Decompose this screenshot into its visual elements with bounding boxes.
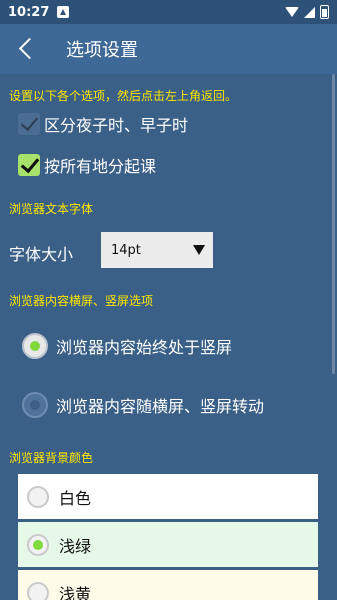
signal-icon <box>304 6 315 18</box>
section-title-orientation: 浏览器内容横屏、竖屏选项 <box>9 294 154 308</box>
dropdown-arrow-icon <box>193 245 205 255</box>
checkbox-label: 区分夜子时、早子时 <box>44 116 189 135</box>
app-bar: 选项设置 <box>0 24 337 74</box>
battery-icon <box>320 5 329 19</box>
bg-option-light-yellow[interactable]: 浅黄 <box>18 570 318 600</box>
status-bar: 10:27 <box>0 0 337 24</box>
notification-icon <box>57 6 70 18</box>
section-title-background: 浏览器背景颜色 <box>9 451 94 465</box>
bg-option-light-green[interactable]: 浅绿 <box>18 522 318 567</box>
settings-content: 设置以下各个选项，然后点击左上角返回。 区分夜子时、早子时 按所有地分起课 浏览… <box>0 74 337 600</box>
radio-selected-icon[interactable] <box>22 333 48 359</box>
font-size-dropdown[interactable]: 14pt <box>101 232 213 268</box>
font-size-label: 字体大小 <box>9 245 74 264</box>
page-title: 选项设置 <box>66 40 138 61</box>
bg-option-white[interactable]: 白色 <box>18 474 318 519</box>
checkbox-unchecked-icon[interactable] <box>18 113 40 135</box>
radio-unselected-icon[interactable] <box>27 485 49 508</box>
section-title-font: 浏览器文本字体 <box>9 202 94 216</box>
wifi-icon <box>285 7 299 17</box>
checkbox-by-location[interactable]: 按所有地分起课 <box>18 153 156 177</box>
radio-selected-icon[interactable] <box>27 533 49 556</box>
checkbox-distinguish-zishi[interactable]: 区分夜子时、早子时 <box>18 112 188 136</box>
radio-portrait-always[interactable]: 浏览器内容始终处于竖屏 <box>22 333 232 359</box>
instruction-text: 设置以下各个选项，然后点击左上角返回。 <box>9 89 238 103</box>
radio-label: 浏览器内容随横屏、竖屏转动 <box>56 397 265 416</box>
radio-rotate-with-screen[interactable]: 浏览器内容随横屏、竖屏转动 <box>22 392 264 418</box>
status-time: 10:27 <box>8 4 50 20</box>
status-icons <box>285 5 329 19</box>
bg-option-label: 浅黄 <box>59 584 92 600</box>
back-arrow-icon[interactable] <box>8 24 48 74</box>
scrollbar[interactable] <box>332 74 335 374</box>
checkbox-checked-icon[interactable] <box>18 154 40 176</box>
radio-unselected-icon[interactable] <box>22 392 48 418</box>
bg-option-label: 白色 <box>59 488 92 508</box>
font-size-value: 14pt <box>111 242 141 258</box>
checkbox-label: 按所有地分起课 <box>44 157 157 176</box>
radio-label: 浏览器内容始终处于竖屏 <box>56 338 233 357</box>
radio-unselected-icon[interactable] <box>27 581 49 600</box>
bg-option-label: 浅绿 <box>59 536 92 556</box>
